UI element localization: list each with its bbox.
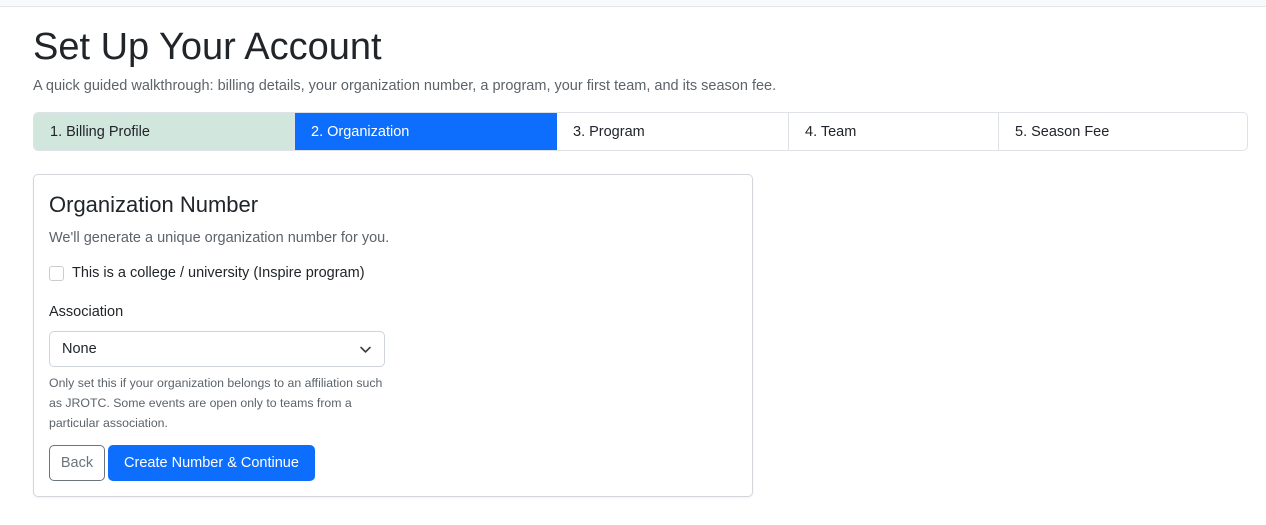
step-label: 4. Team: [805, 123, 857, 140]
chevron-down-icon: [360, 346, 371, 353]
college-checkbox-label: This is a college / university (Inspire …: [72, 265, 365, 281]
college-checkbox-row[interactable]: This is a college / university (Inspire …: [49, 265, 365, 281]
step-label: 2. Organization: [311, 123, 410, 140]
step-organization[interactable]: 2. Organization: [295, 113, 557, 150]
step-team[interactable]: 4. Team: [789, 113, 999, 150]
step-label: 1. Billing Profile: [50, 123, 150, 140]
college-checkbox[interactable]: [49, 265, 64, 281]
association-selected-value: None: [62, 341, 97, 357]
back-button[interactable]: Back: [49, 445, 105, 481]
step-season-fee[interactable]: 5. Season Fee: [999, 113, 1247, 150]
step-program[interactable]: 3. Program: [557, 113, 789, 150]
setup-stepper: 1. Billing Profile 2. Organization 3. Pr…: [33, 112, 1248, 151]
top-bar: [0, 0, 1266, 7]
step-billing-profile[interactable]: 1. Billing Profile: [34, 113, 295, 150]
page-subtitle: A quick guided walkthrough: billing deta…: [33, 78, 777, 94]
association-select[interactable]: None: [49, 331, 385, 367]
organization-number-card: Organization Number We'll generate a uni…: [33, 174, 753, 497]
step-label: 3. Program: [573, 123, 645, 140]
page-title: Set Up Your Account: [33, 26, 382, 68]
association-help-text: Only set this if your organization belon…: [49, 376, 383, 430]
card-title: Organization Number: [49, 192, 259, 217]
step-label: 5. Season Fee: [1015, 123, 1110, 140]
create-number-continue-button[interactable]: Create Number & Continue: [108, 445, 315, 481]
card-description: We'll generate a unique organization num…: [49, 230, 390, 246]
association-label: Association: [49, 304, 124, 320]
